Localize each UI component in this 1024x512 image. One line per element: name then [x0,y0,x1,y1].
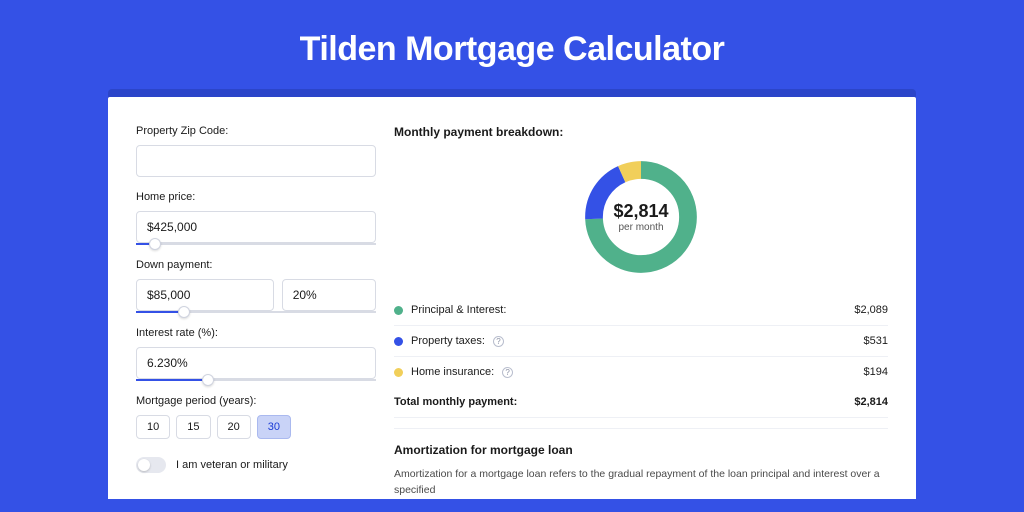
interest-rate-slider-thumb[interactable] [202,374,214,386]
legend-dot [394,306,403,315]
legend-dot [394,368,403,377]
legend-label: Home insurance: [411,366,494,378]
field-interest-rate: Interest rate (%): [136,327,376,381]
veteran-label: I am veteran or military [176,459,288,471]
legend-row: Principal & Interest: $2,089 [394,295,888,326]
amortization-title: Amortization for mortgage loan [394,443,888,457]
field-home-price: Home price: [136,191,376,245]
field-zip: Property Zip Code: [136,125,376,177]
legend-value: $194 [864,366,888,378]
mortgage-period-label: Mortgage period (years): [136,395,376,407]
card-shadow: Property Zip Code: Home price: Down paym… [108,89,916,491]
legend-value: $2,089 [854,304,888,316]
breakdown-legend: Principal & Interest: $2,089 Property taxe… [394,295,888,387]
total-payment-label: Total monthly payment: [394,396,517,408]
help-icon[interactable]: ? [502,367,513,378]
legend-row: Property taxes:? $531 [394,326,888,357]
amortization-section: Amortization for mortgage loan Amortizat… [394,428,888,499]
field-veteran: I am veteran or military [136,457,376,473]
period-buttons: 1015 2030 [136,415,376,439]
period-button-15[interactable]: 15 [176,415,210,439]
period-button-20[interactable]: 20 [217,415,251,439]
total-payment-row: Total monthly payment: $2,814 [394,387,888,418]
breakdown-title: Monthly payment breakdown: [394,125,888,139]
donut-chart: $2,814 per month [579,155,703,279]
down-payment-slider-thumb[interactable] [178,306,190,318]
inputs-column: Property Zip Code: Home price: Down paym… [136,125,376,499]
legend-label: Property taxes: [411,335,485,347]
calculator-card: Property Zip Code: Home price: Down paym… [108,97,916,499]
donut-amount: $2,814 [613,201,668,222]
down-payment-slider[interactable] [136,311,376,313]
period-button-10[interactable]: 10 [136,415,170,439]
down-payment-label: Down payment: [136,259,376,271]
field-down-payment: Down payment: [136,259,376,313]
donut-center: $2,814 per month [579,155,703,279]
breakdown-column: Monthly payment breakdown: $2,814 per mo… [394,125,888,499]
legend-dot [394,337,403,346]
home-price-label: Home price: [136,191,376,203]
interest-rate-label: Interest rate (%): [136,327,376,339]
home-price-slider[interactable] [136,243,376,245]
help-icon[interactable]: ? [493,336,504,347]
legend-row: Home insurance:? $194 [394,357,888,387]
home-price-input[interactable] [136,211,376,243]
donut-sub: per month [618,222,663,233]
home-price-slider-thumb[interactable] [149,238,161,250]
period-button-30[interactable]: 30 [257,415,291,439]
interest-rate-input[interactable] [136,347,376,379]
total-payment-value: $2,814 [854,396,888,408]
interest-rate-slider[interactable] [136,379,376,381]
field-mortgage-period: Mortgage period (years): 1015 2030 [136,395,376,439]
legend-label: Principal & Interest: [411,304,506,316]
zip-label: Property Zip Code: [136,125,376,137]
page-title: Tilden Mortgage Calculator [0,0,1024,89]
legend-value: $531 [864,335,888,347]
down-payment-pct-input[interactable] [282,279,376,311]
donut-chart-wrap: $2,814 per month [394,151,888,295]
veteran-toggle[interactable] [136,457,166,473]
amortization-text: Amortization for a mortgage loan refers … [394,467,888,499]
down-payment-amount-input[interactable] [136,279,274,311]
zip-input[interactable] [136,145,376,177]
